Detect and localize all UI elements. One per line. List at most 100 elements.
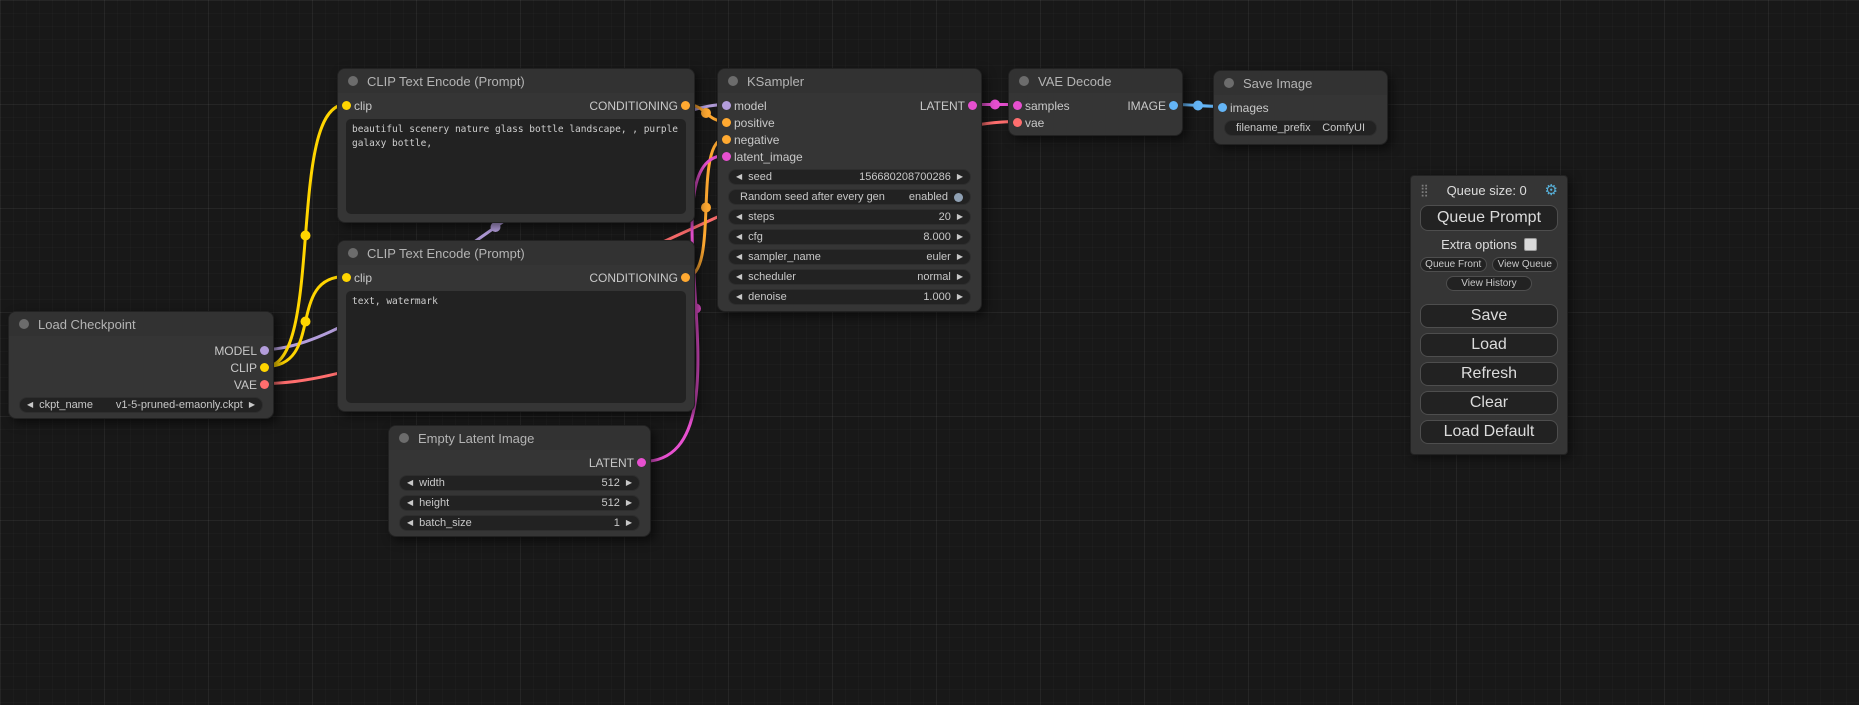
model-output-dot[interactable] [260, 346, 269, 355]
decrement-arrow-icon[interactable]: ◀ [736, 253, 742, 261]
link-midpoint-dot[interactable] [701, 108, 711, 118]
increment-arrow-icon[interactable]: ▶ [626, 479, 632, 487]
load-button[interactable]: Load [1420, 333, 1558, 357]
link-midpoint-dot[interactable] [701, 203, 711, 213]
node-save-image[interactable]: Save Image images filename_prefix ComfyU… [1213, 70, 1388, 145]
image-output-dot[interactable] [1169, 101, 1178, 110]
collapse-dot-icon[interactable] [728, 76, 738, 86]
clip-output-dot[interactable] [260, 363, 269, 372]
clip-input-dot[interactable] [342, 101, 351, 110]
decrement-arrow-icon[interactable]: ◀ [736, 173, 742, 181]
link-midpoint-dot[interactable] [1193, 101, 1203, 111]
drag-handle-icon[interactable]: ⣿ [1420, 184, 1429, 196]
refresh-button[interactable]: Refresh [1420, 362, 1558, 386]
collapse-dot-icon[interactable] [348, 76, 358, 86]
increment-arrow-icon[interactable]: ▶ [626, 519, 632, 527]
increment-arrow-icon[interactable]: ▶ [957, 173, 963, 181]
toggle-indicator-icon[interactable] [954, 193, 963, 202]
view-queue-button[interactable]: View Queue [1492, 257, 1559, 272]
increment-arrow-icon[interactable]: ▶ [957, 213, 963, 221]
node-titlebar[interactable]: Save Image [1214, 71, 1387, 95]
ckpt-name-widget[interactable]: ◀ ckpt_name v1-5-pruned-emaonly.ckpt ▶ [19, 397, 263, 413]
denoise-widget[interactable]: ◀ denoise 1.000 ▶ [728, 289, 971, 305]
decrement-arrow-icon[interactable]: ◀ [736, 293, 742, 301]
queue-front-button[interactable]: Queue Front [1420, 257, 1487, 272]
samples-input-dot[interactable] [1013, 101, 1022, 110]
node-titlebar[interactable]: CLIP Text Encode (Prompt) [338, 241, 694, 265]
width-widget[interactable]: ◀ width 512 ▶ [399, 475, 640, 491]
clip-input-dot[interactable] [342, 273, 351, 282]
batch-size-widget[interactable]: ◀ batch_size 1 ▶ [399, 515, 640, 531]
clear-button[interactable]: Clear [1420, 391, 1558, 415]
save-button[interactable]: Save [1420, 304, 1558, 328]
positive-input-dot[interactable] [722, 118, 731, 127]
images-input-dot[interactable] [1218, 103, 1227, 112]
height-widget[interactable]: ◀ height 512 ▶ [399, 495, 640, 511]
link-midpoint-dot[interactable] [491, 222, 501, 232]
queue-prompt-button[interactable]: Queue Prompt [1420, 205, 1558, 231]
node-titlebar[interactable]: CLIP Text Encode (Prompt) [338, 69, 694, 93]
collapse-dot-icon[interactable] [1224, 78, 1234, 88]
increment-arrow-icon[interactable]: ▶ [249, 401, 255, 409]
random-seed-toggle-widget[interactable]: Random seed after every gen enabled [728, 189, 971, 205]
increment-arrow-icon[interactable]: ▶ [626, 499, 632, 507]
node-load-checkpoint[interactable]: Load Checkpoint MODEL CLIP VAE ◀ ckpt_na… [8, 311, 274, 419]
node-titlebar[interactable]: Empty Latent Image [389, 426, 650, 450]
node-ksampler[interactable]: KSampler model LATENT positive negative … [717, 68, 982, 312]
decrement-arrow-icon[interactable]: ◀ [27, 401, 33, 409]
increment-arrow-icon[interactable]: ▶ [957, 273, 963, 281]
load-default-button[interactable]: Load Default [1420, 420, 1558, 444]
model-input-dot[interactable] [722, 101, 731, 110]
node-titlebar[interactable]: Load Checkpoint [9, 312, 273, 336]
cfg-widget[interactable]: ◀ cfg 8.000 ▶ [728, 229, 971, 245]
node-clip-text-encode-negative[interactable]: CLIP Text Encode (Prompt) clip CONDITION… [337, 240, 695, 412]
collapse-dot-icon[interactable] [1019, 76, 1029, 86]
increment-arrow-icon[interactable]: ▶ [957, 293, 963, 301]
conditioning-output-dot[interactable] [681, 101, 690, 110]
settings-gear-icon[interactable]: ⚙ [1545, 183, 1558, 198]
latent-output-dot[interactable] [968, 101, 977, 110]
conditioning-output-dot[interactable] [681, 273, 690, 282]
link-midpoint-dot[interactable] [301, 317, 311, 327]
collapse-dot-icon[interactable] [348, 248, 358, 258]
prompt-textarea[interactable]: text, watermark [346, 291, 686, 403]
decrement-arrow-icon[interactable]: ◀ [736, 213, 742, 221]
slot-row: samples IMAGE [1009, 97, 1182, 114]
slot-row: negative [718, 131, 981, 148]
wire-clip-negative[interactable] [266, 277, 346, 367]
link-midpoint-dot[interactable] [990, 100, 1000, 110]
node-empty-latent-image[interactable]: Empty Latent Image LATENT ◀ width 512 ▶ … [388, 425, 651, 537]
negative-input-dot[interactable] [722, 135, 731, 144]
increment-arrow-icon[interactable]: ▶ [957, 233, 963, 241]
increment-arrow-icon[interactable]: ▶ [957, 253, 963, 261]
link-midpoint-dot[interactable] [301, 231, 311, 241]
decrement-arrow-icon[interactable]: ◀ [736, 233, 742, 241]
decrement-arrow-icon[interactable]: ◀ [736, 273, 742, 281]
decrement-arrow-icon[interactable]: ◀ [407, 479, 413, 487]
seed-widget[interactable]: ◀ seed 156680208700286 ▶ [728, 169, 971, 185]
sampler-name-widget[interactable]: ◀ sampler_name euler ▶ [728, 249, 971, 265]
node-titlebar[interactable]: KSampler [718, 69, 981, 93]
latent-output-dot[interactable] [637, 458, 646, 467]
decrement-arrow-icon[interactable]: ◀ [407, 519, 413, 527]
steps-widget[interactable]: ◀ steps 20 ▶ [728, 209, 971, 225]
node-titlebar[interactable]: VAE Decode [1009, 69, 1182, 93]
extra-options-checkbox[interactable] [1524, 238, 1537, 251]
prompt-textarea[interactable]: beautiful scenery nature glass bottle la… [346, 119, 686, 214]
view-history-button[interactable]: View History [1446, 276, 1532, 291]
vae-input-dot[interactable] [1013, 118, 1022, 127]
node-clip-text-encode-positive[interactable]: CLIP Text Encode (Prompt) clip CONDITION… [337, 68, 695, 223]
wire-clip-positive[interactable] [266, 105, 346, 367]
vae-output-dot[interactable] [260, 380, 269, 389]
collapse-dot-icon[interactable] [399, 433, 409, 443]
node-vae-decode[interactable]: VAE Decode samples IMAGE vae [1008, 68, 1183, 136]
comfy-menu-panel[interactable]: ⣿ Queue size: 0 ⚙ Queue Prompt Extra opt… [1410, 175, 1568, 455]
collapse-dot-icon[interactable] [19, 319, 29, 329]
widget-value: 512 [601, 497, 619, 509]
filename-prefix-widget[interactable]: filename_prefix ComfyUI [1224, 120, 1377, 136]
output-slot-latent: LATENT [389, 454, 650, 471]
scheduler-widget[interactable]: ◀ scheduler normal ▶ [728, 269, 971, 285]
latent-image-input-dot[interactable] [722, 152, 731, 161]
decrement-arrow-icon[interactable]: ◀ [407, 499, 413, 507]
slot-row: latent_image [718, 148, 981, 165]
